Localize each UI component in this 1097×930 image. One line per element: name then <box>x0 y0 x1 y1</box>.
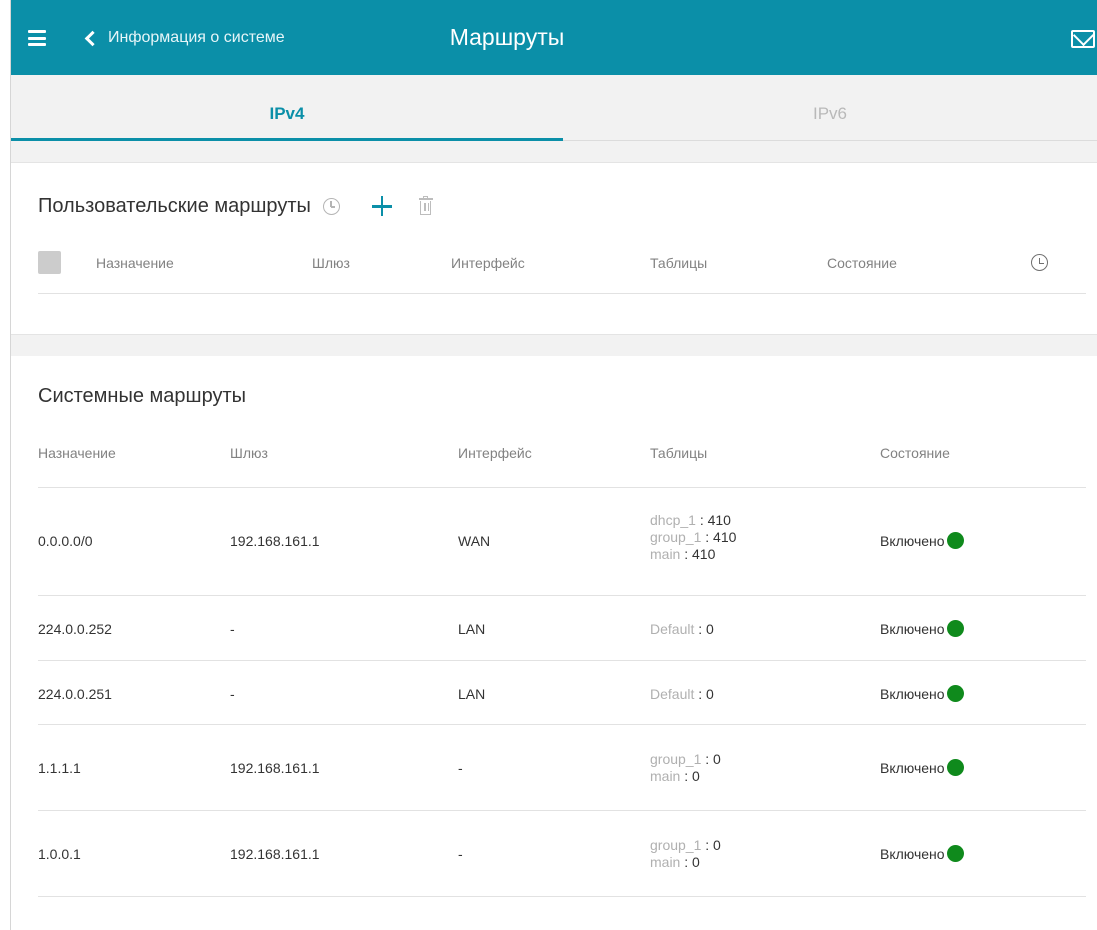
column-destination[interactable]: Назначение <box>38 445 116 461</box>
route-status: Включено <box>880 759 964 776</box>
tab-bar: IPv4 IPv6 <box>11 75 1097 141</box>
table-row[interactable]: 224.0.0.251 - LAN Default : 0 Включено <box>38 661 1086 725</box>
trash-icon[interactable] <box>418 196 433 216</box>
select-all-checkbox[interactable] <box>38 251 61 274</box>
route-gateway: - <box>230 621 235 637</box>
route-tables: group_1 : 0 main : 0 <box>650 751 721 785</box>
route-interface: WAN <box>458 533 491 549</box>
clock-icon[interactable] <box>322 197 340 215</box>
table-name: main <box>650 546 685 562</box>
status-dot-icon <box>946 845 964 862</box>
column-tables[interactable]: Таблицы <box>650 445 707 461</box>
route-interface: LAN <box>458 686 486 702</box>
column-gateway[interactable]: Шлюз <box>230 445 268 461</box>
status-text: Включено <box>880 845 945 862</box>
table-name: Default <box>650 686 699 702</box>
table-value: : 410 <box>684 546 716 562</box>
table-name: group_1 <box>650 529 706 545</box>
table-name: dhcp_1 <box>650 512 700 528</box>
section-gap <box>11 334 1097 356</box>
status-dot-icon <box>946 532 964 549</box>
route-tables: Default : 0 <box>650 621 714 638</box>
user-routes-header: Пользовательские маршруты <box>38 191 433 221</box>
table-row[interactable]: 1.1.1.1 192.168.161.1 - group_1 : 0 main… <box>38 725 1086 811</box>
route-tables: dhcp_1 : 410 group_1 : 410 main : 410 <box>650 512 736 563</box>
column-status[interactable]: Состояние <box>827 255 897 271</box>
column-status[interactable]: Состояние <box>880 445 950 461</box>
route-destination: 224.0.0.252 <box>38 621 112 637</box>
table-value: : 410 <box>705 529 737 545</box>
route-interface: - <box>458 760 463 776</box>
table-row[interactable]: 1.0.0.1 192.168.161.1 - group_1 : 0 main… <box>38 811 1086 897</box>
table-name: group_1 <box>650 837 706 853</box>
route-gateway: 192.168.161.1 <box>230 760 320 776</box>
route-interface: LAN <box>458 621 486 637</box>
table-value: : 0 <box>698 621 714 637</box>
user-routes-section: Пользовательские маршруты Назначение Шлю… <box>11 162 1097 334</box>
status-dot-icon <box>946 620 964 637</box>
route-destination: 0.0.0.0/0 <box>38 533 93 549</box>
route-tables: group_1 : 0 main : 0 <box>650 837 721 871</box>
system-routes-title: Системные маршруты <box>38 385 246 407</box>
section-gap <box>11 141 1097 162</box>
route-status: Включено <box>880 685 964 702</box>
status-text: Включено <box>880 685 945 702</box>
column-destination[interactable]: Назначение <box>96 255 174 271</box>
status-text: Включено <box>880 620 945 637</box>
route-gateway: 192.168.161.1 <box>230 533 320 549</box>
user-routes-title: Пользовательские маршруты <box>38 194 311 217</box>
table-name: Default <box>650 621 699 637</box>
route-destination: 1.0.0.1 <box>38 846 81 862</box>
table-value: : 0 <box>705 837 721 853</box>
status-dot-icon <box>946 685 964 702</box>
column-gateway[interactable]: Шлюз <box>312 255 350 271</box>
clock-icon <box>1031 254 1048 271</box>
route-status: Включено <box>880 532 964 549</box>
tab-ipv6[interactable]: IPv6 <box>563 75 1097 141</box>
column-interface[interactable]: Интерфейс <box>451 255 525 271</box>
route-destination: 224.0.0.251 <box>38 686 112 702</box>
table-name: group_1 <box>650 751 706 767</box>
system-routes-section: Системные маршруты Назначение Шлюз Интер… <box>11 356 1097 930</box>
status-text: Включено <box>880 532 945 549</box>
column-tables[interactable]: Таблицы <box>650 255 707 271</box>
table-row[interactable]: 224.0.0.252 - LAN Default : 0 Включено <box>38 596 1086 661</box>
page-title: Маршруты <box>449 24 565 50</box>
route-tables: Default : 0 <box>650 686 714 703</box>
mail-icon[interactable] <box>1071 30 1095 48</box>
status-text: Включено <box>880 759 945 776</box>
column-interface[interactable]: Интерфейс <box>458 445 532 461</box>
route-status: Включено <box>880 620 964 637</box>
table-value: : 0 <box>684 854 700 870</box>
table-value: : 0 <box>705 751 721 767</box>
route-gateway: 192.168.161.1 <box>230 846 320 862</box>
add-route-button[interactable] <box>371 196 392 216</box>
route-gateway: - <box>230 686 235 702</box>
table-value: : 410 <box>699 512 731 528</box>
route-destination: 1.1.1.1 <box>38 760 81 776</box>
table-name: main <box>650 854 685 870</box>
table-value: : 0 <box>684 768 700 784</box>
route-status: Включено <box>880 845 964 862</box>
header-bar: Информация о системе Маршруты <box>11 0 1097 75</box>
status-dot-icon <box>946 759 964 776</box>
system-routes-table-header: Назначение Шлюз Интерфейс Таблицы Состоя… <box>38 442 1086 488</box>
tab-ipv4[interactable]: IPv4 <box>11 75 563 141</box>
route-interface: - <box>458 846 463 862</box>
table-value: : 0 <box>698 686 714 702</box>
table-name: main <box>650 768 685 784</box>
user-routes-table-header: Назначение Шлюз Интерфейс Таблицы Состоя… <box>38 248 1086 294</box>
table-row[interactable]: 0.0.0.0/0 192.168.161.1 WAN dhcp_1 : 410… <box>38 488 1086 596</box>
